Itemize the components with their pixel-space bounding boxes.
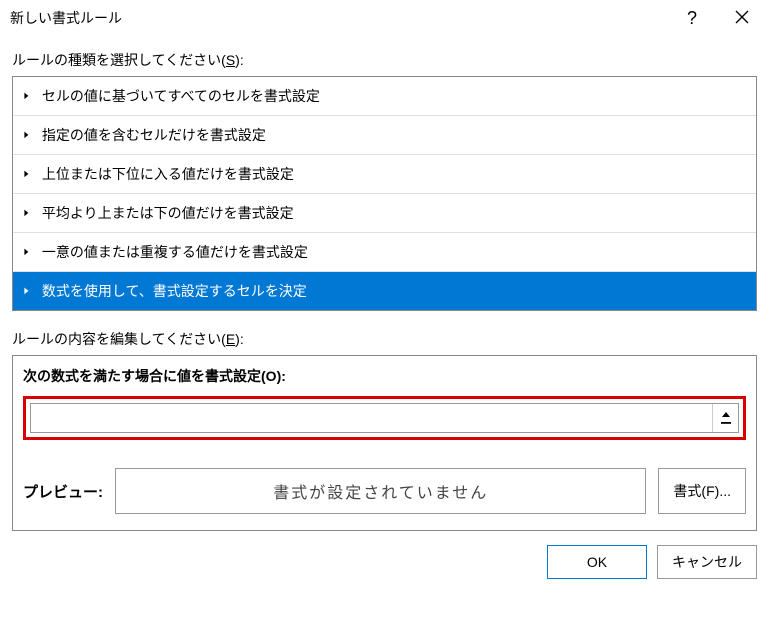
preview-box: 書式が設定されていません [115,468,646,514]
cancel-button[interactable]: キャンセル [657,545,757,579]
formula-label-suffix: ): [277,368,286,384]
titlebar-controls: ? [677,4,759,33]
formula-label-prefix: 次の数式を満たす場合に値を書式設定( [23,368,266,384]
preview-text: 書式が設定されていません [273,479,488,503]
rule-type-label: ルールの種類を選択してください(S): [12,50,757,70]
preview-row: プレビュー: 書式が設定されていません 書式(F)... [23,468,746,514]
marker-icon: ► [23,129,30,141]
rule-type-item-label: 指定の値を含むセルだけを書式設定 [42,125,266,145]
formula-input-wrapper [30,403,739,433]
close-icon [735,10,749,24]
edit-box: 次の数式を満たす場合に値を書式設定(O): プレビュー: 書式が設定されていませ… [12,355,757,531]
collapse-dialog-icon [720,411,732,425]
rule-type-item-formula[interactable]: ► 数式を使用して、書式設定するセルを決定 [13,272,756,310]
rule-type-label-prefix: ルールの種類を選択してください( [12,52,226,68]
rule-type-label-suffix: ): [235,52,244,68]
marker-icon: ► [23,285,30,297]
preview-label: プレビュー: [23,481,103,502]
formula-row-highlight [23,396,746,440]
rule-type-item-label: 一意の値または重複する値だけを書式設定 [42,242,308,262]
titlebar: 新しい書式ルール ? [0,0,769,36]
ok-button[interactable]: OK [547,545,647,579]
format-button[interactable]: 書式(F)... [658,468,746,514]
rule-type-item-label: 数式を使用して、書式設定するセルを決定 [42,281,307,301]
marker-icon: ► [23,90,30,102]
rule-type-item-average[interactable]: ► 平均より上または下の値だけを書式設定 [13,194,756,233]
edit-section-label-suffix: ): [235,331,244,347]
close-button[interactable] [725,4,759,33]
rule-type-item-label: セルの値に基づいてすべてのセルを書式設定 [42,86,320,106]
rule-type-item-unique-duplicate[interactable]: ► 一意の値または重複する値だけを書式設定 [13,233,756,272]
rule-type-item-cell-value[interactable]: ► セルの値に基づいてすべてのセルを書式設定 [13,77,756,116]
dialog-title: 新しい書式ルール [10,8,122,28]
rule-type-item-label: 平均より上または下の値だけを書式設定 [42,203,294,223]
dialog-footer: OK キャンセル [0,531,769,593]
range-selector-button[interactable] [712,404,738,432]
rule-type-list: ► セルの値に基づいてすべてのセルを書式設定 ► 指定の値を含むセルだけを書式設… [12,76,757,311]
rule-type-label-hotkey: S [226,52,235,68]
rule-type-item-label: 上位または下位に入る値だけを書式設定 [42,164,294,184]
help-button[interactable]: ? [677,4,707,33]
marker-icon: ► [23,246,30,258]
marker-icon: ► [23,207,30,219]
marker-icon: ► [23,168,30,180]
edit-section-label-prefix: ルールの内容を編集してください( [12,331,226,347]
rule-type-item-specific-value[interactable]: ► 指定の値を含むセルだけを書式設定 [13,116,756,155]
edit-section-label-hotkey: E [226,331,235,347]
dialog-content: ルールの種類を選択してください(S): ► セルの値に基づいてすべてのセルを書式… [0,36,769,531]
format-button-hotkey: F [706,483,715,499]
format-button-suffix: )... [715,483,731,499]
formula-label: 次の数式を満たす場合に値を書式設定(O): [23,366,746,386]
format-button-prefix: 書式( [673,483,706,499]
formula-input[interactable] [31,404,712,432]
formula-label-hotkey: O [266,368,277,384]
rule-type-item-top-bottom[interactable]: ► 上位または下位に入る値だけを書式設定 [13,155,756,194]
edit-section-label: ルールの内容を編集してください(E): [12,329,757,349]
